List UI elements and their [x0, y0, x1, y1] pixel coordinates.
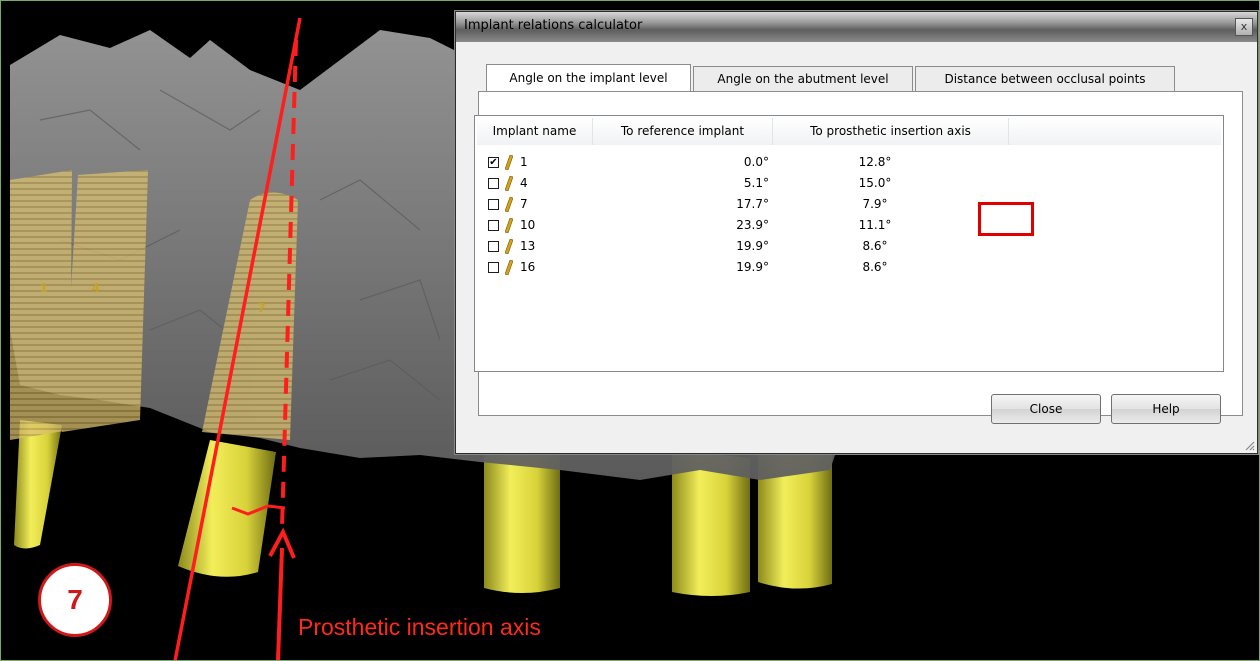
reference-angle: 0.0°: [743, 155, 769, 169]
abutment-implant-10: [484, 450, 560, 593]
resize-grip-icon[interactable]: [1243, 439, 1255, 451]
abutment-implant-1: [14, 420, 62, 549]
row-checkbox[interactable]: [488, 262, 499, 273]
tab-distance-occlusal-points[interactable]: Distance between occlusal points: [915, 66, 1175, 91]
arrow-shaft: [276, 547, 284, 661]
column-header-to-reference-implant[interactable]: To reference implant: [593, 118, 773, 145]
implant-name: 1: [520, 155, 528, 169]
table-row[interactable]: 10 23.9° 11.1°: [475, 216, 1223, 237]
prosthetic-angle: 8.6°: [862, 260, 888, 274]
close-button[interactable]: Close: [991, 394, 1101, 424]
reference-angle: 23.9°: [736, 218, 769, 232]
prosthetic-axis-label: Prosthetic insertion axis: [298, 614, 541, 640]
implant-name: 7: [520, 197, 528, 211]
implant-icon: [505, 197, 513, 212]
close-icon[interactable]: x: [1235, 18, 1253, 36]
implant-list[interactable]: Implant name To reference implant To pro…: [474, 115, 1224, 372]
implant-label-7: 7: [258, 300, 265, 315]
implant-icon: [505, 239, 513, 254]
implant-icon: [505, 155, 513, 170]
reference-angle: 19.9°: [736, 260, 769, 274]
reference-angle: 5.1°: [743, 176, 769, 190]
implant-icon: [505, 218, 513, 233]
header-filler: [1009, 118, 1221, 145]
prosthetic-angle: 7.9°: [862, 197, 888, 211]
table-row[interactable]: ✔ 1 0.0° 12.8°: [475, 153, 1223, 174]
column-header-implant-name[interactable]: Implant name: [477, 118, 593, 145]
dialog-title: Implant relations calculator: [464, 18, 643, 33]
implant-label-4: 4: [92, 280, 100, 295]
highlight-box: [978, 202, 1034, 236]
implant-relations-dialog: Implant relations calculator x Angle on …: [455, 11, 1258, 454]
prosthetic-angle: 15.0°: [858, 176, 892, 190]
help-button[interactable]: Help: [1111, 394, 1221, 424]
implant-icon: [505, 176, 513, 191]
tab-angle-abutment-level[interactable]: Angle on the abutment level: [693, 66, 913, 91]
implant-icon: [505, 260, 513, 275]
column-header-to-prosthetic-axis[interactable]: To prosthetic insertion axis: [773, 118, 1009, 145]
row-checkbox[interactable]: [488, 220, 499, 231]
prosthetic-angle: 12.8°: [858, 155, 892, 169]
table-row[interactable]: 4 5.1° 15.0°: [475, 174, 1223, 195]
dialog-titlebar[interactable]: Implant relations calculator x: [456, 12, 1257, 42]
implant-name: 4: [520, 176, 528, 190]
row-checkbox[interactable]: [488, 178, 499, 189]
implant-name: 16: [520, 260, 536, 274]
table-row[interactable]: 7 17.7° 7.9°: [475, 195, 1223, 216]
step-number-badge: 7: [38, 563, 112, 637]
table-row[interactable]: 13 19.9° 8.6°: [475, 237, 1223, 258]
implant-name: 13: [520, 239, 536, 253]
row-checkbox[interactable]: ✔: [488, 157, 499, 168]
tab-angle-implant-level[interactable]: Angle on the implant level: [486, 64, 691, 92]
implant-label-1: 1: [40, 280, 47, 295]
row-checkbox[interactable]: [488, 199, 499, 210]
reference-angle: 19.9°: [736, 239, 769, 253]
prosthetic-angle: 11.1°: [858, 218, 892, 232]
implant-name: 10: [520, 218, 536, 232]
row-checkbox[interactable]: [488, 241, 499, 252]
table-row[interactable]: 16 19.9° 8.6°: [475, 258, 1223, 279]
reference-angle: 17.7°: [736, 197, 769, 211]
prosthetic-angle: 8.6°: [862, 239, 888, 253]
